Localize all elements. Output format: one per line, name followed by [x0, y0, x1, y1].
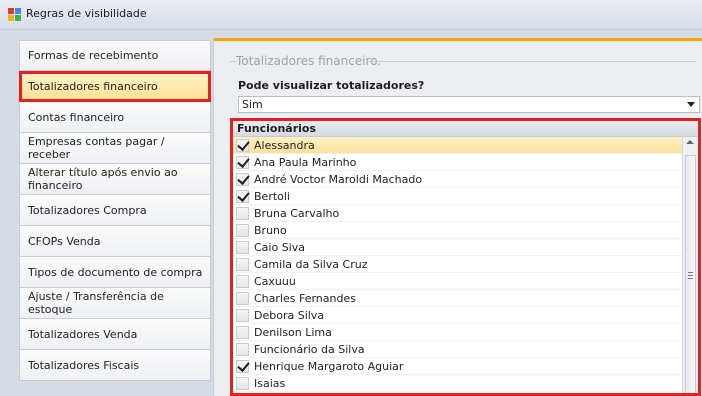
list-item[interactable]: Debora Silva	[233, 307, 682, 324]
group-divider	[366, 61, 696, 62]
employees-list: Funcionários Alessandra Ana Paula Marinho…	[230, 118, 701, 396]
settings-panel: Totalizadores financeiro. Pode visualiza…	[213, 38, 702, 396]
nav-item-label: Ajuste / Transferência de estoque	[28, 290, 164, 316]
nav-item[interactable]: Totalizadores Venda	[19, 319, 211, 350]
nav-item-label: CFOPs Venda	[28, 234, 101, 248]
scroll-up-icon[interactable]	[686, 140, 694, 144]
employee-checkbox[interactable]	[236, 172, 249, 186]
nav-item-label: Empresas contas pagar / receber	[28, 135, 165, 161]
list-item[interactable]: Camila da Silva Cruz	[233, 256, 682, 273]
employee-name: Bruna Carvalho	[254, 206, 340, 220]
nav-item[interactable]: Totalizadores Fiscais	[19, 350, 211, 381]
nav-item-label: Totalizadores Venda	[28, 327, 138, 341]
nav-item-label: Contas financeiro	[28, 110, 125, 124]
list-item[interactable]: Charles Fernandes	[233, 290, 682, 307]
list-item[interactable]: Bruna Carvalho	[233, 205, 682, 222]
category-nav: Formas de recebimento Totalizadores finan…	[19, 40, 211, 381]
list-item[interactable]: Alessandra	[233, 137, 682, 154]
list-item[interactable]: Caxuuu	[233, 273, 682, 290]
employee-name: Denilson Lima	[254, 325, 332, 339]
list-item[interactable]: Funcionário da Silva	[233, 341, 682, 358]
employee-name: Bruno	[254, 223, 287, 237]
employee-name: Isaias	[254, 376, 286, 390]
nav-item[interactable]: Alterar título após envio ao financeiro	[19, 164, 211, 195]
employee-checkbox[interactable]	[236, 376, 249, 390]
employee-checkbox[interactable]	[236, 291, 249, 305]
employee-name: André Voctor Maroldi Machado	[254, 172, 423, 186]
employee-checkbox[interactable]	[236, 342, 249, 356]
employee-name: Caio Siva	[254, 240, 305, 254]
nav-item-label: Tipos de documento de compra	[28, 265, 203, 279]
nav-item-label: Formas de recebimento	[28, 49, 159, 62]
nav-item[interactable]: Empresas contas pagar / receber	[19, 133, 211, 164]
employee-name: Bertoli	[254, 189, 290, 203]
dropdown-arrow-icon[interactable]	[687, 102, 695, 107]
nav-item[interactable]: CFOPs Venda	[19, 226, 211, 257]
employees-rows: Alessandra Ana Paula Marinho André Voctor …	[233, 137, 682, 392]
accent-line	[214, 38, 702, 41]
nav-item-label: Totalizadores financeiro	[28, 80, 158, 93]
nav-item[interactable]: Totalizadores financeiro	[19, 71, 211, 102]
nav-item-label: Totalizadores Fiscais	[28, 358, 140, 372]
nav-item-label: Totalizadores Compra	[28, 203, 147, 217]
employee-name: Charles Fernandes	[254, 291, 356, 305]
app-icon	[8, 8, 21, 21]
employee-name: Camila da Silva Cruz	[254, 257, 368, 271]
select-value: Sim	[242, 98, 263, 111]
employee-checkbox[interactable]	[236, 274, 249, 288]
employee-name: Henrique Margaroto Aguiar	[254, 359, 404, 373]
nav-item[interactable]: Tipos de documento de compra	[19, 257, 211, 288]
employee-checkbox[interactable]	[236, 308, 249, 322]
list-item[interactable]: Isaias	[233, 375, 682, 392]
employee-checkbox[interactable]	[236, 155, 249, 169]
list-header: Funcionários	[233, 121, 698, 137]
employee-checkbox[interactable]	[236, 240, 249, 254]
employee-name: Ana Paula Marinho	[254, 155, 357, 169]
employee-name: Caxuuu	[254, 274, 296, 288]
nav-item[interactable]: Ajuste / Transferência de estoque	[19, 288, 211, 319]
employee-checkbox[interactable]	[236, 257, 249, 271]
scroll-thumb[interactable]	[685, 155, 696, 393]
employee-name: Alessandra	[254, 138, 315, 152]
list-item[interactable]: Henrique Margaroto Aguiar	[233, 358, 682, 375]
list-item[interactable]: Denilson Lima	[233, 324, 682, 341]
employee-checkbox[interactable]	[236, 206, 249, 220]
scrollbar[interactable]	[682, 137, 698, 393]
employee-checkbox[interactable]	[236, 325, 249, 339]
list-item[interactable]: Bertoli	[233, 188, 682, 205]
nav-item-label: Alterar título após envio ao financeiro	[28, 166, 178, 192]
employee-checkbox[interactable]	[236, 138, 249, 152]
employee-checkbox[interactable]	[236, 189, 249, 203]
employee-checkbox[interactable]	[236, 223, 249, 237]
nav-item[interactable]: Contas financeiro	[19, 102, 211, 133]
employee-checkbox[interactable]	[236, 359, 249, 373]
nav-item[interactable]: Formas de recebimento	[19, 40, 211, 71]
window-title: Regras de visibilidade	[26, 7, 147, 20]
employee-name: Debora Silva	[254, 308, 325, 322]
group-title: Totalizadores financeiro.	[236, 54, 382, 68]
title-bar: Regras de visibilidade	[0, 0, 702, 30]
list-item[interactable]: Ana Paula Marinho	[233, 154, 682, 171]
list-item[interactable]: Caio Siva	[233, 239, 682, 256]
nav-item[interactable]: Totalizadores Compra	[19, 195, 211, 226]
list-item[interactable]: Bruno	[233, 222, 682, 239]
visibility-select[interactable]: Sim	[238, 96, 700, 113]
question-label: Pode visualizar totalizadores?	[238, 79, 425, 92]
list-item[interactable]: André Voctor Maroldi Machado	[233, 171, 682, 188]
employee-name: Funcionário da Silva	[254, 342, 365, 356]
grip-icon	[688, 272, 693, 273]
